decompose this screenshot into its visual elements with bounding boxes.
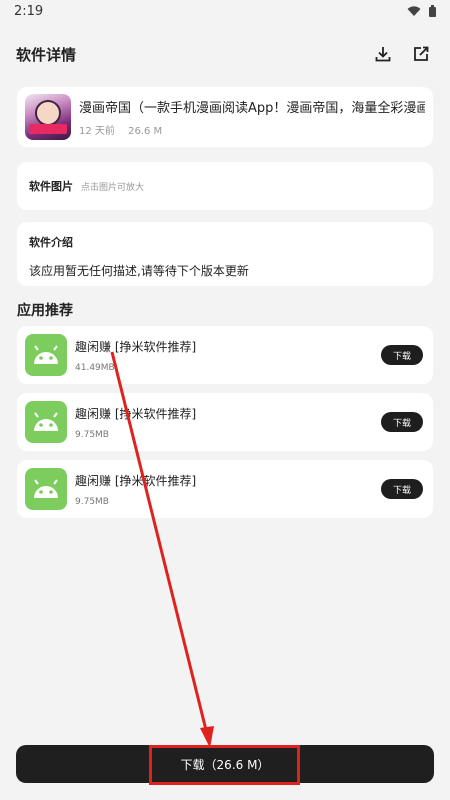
battery-icon (429, 5, 436, 17)
recommend-list: 趣闲赚 [挣米软件推荐] 41.49MB 下载 趣闲赚 [挣米软件推荐] 9.7… (17, 326, 433, 527)
download-button[interactable]: 下载（26.6 M） (16, 745, 434, 783)
app-logo (25, 94, 71, 140)
list-item-size: 9.75MB (75, 429, 109, 440)
list-item-size: 41.49MB (75, 362, 115, 373)
screenshots-label: 软件图片 (29, 180, 73, 193)
page-title: 软件详情 (16, 45, 77, 64)
status-bar: 2:19 (0, 0, 450, 22)
list-item-download-button[interactable]: 下载 (381, 479, 423, 499)
app-updated-age: 12 天前 (79, 126, 115, 137)
header: 软件详情 (0, 32, 450, 76)
download-icon (375, 47, 391, 62)
download-header-button[interactable] (370, 41, 396, 67)
download-button-label: 下载（26.6 M） (180, 757, 270, 772)
list-item-size: 9.75MB (75, 496, 109, 507)
list-item[interactable]: 趣闲赚 [挣米软件推荐] 9.75MB 下载 (17, 460, 433, 518)
recommend-section-title: 应用推荐 (17, 303, 73, 319)
app-summary-card: 漫画帝国（一款手机漫画阅读App！漫画帝国，海量全彩漫画资源，是 12 天前 2… (17, 87, 433, 147)
android-icon (25, 401, 67, 443)
list-item[interactable]: 趣闲赚 [挣米软件推荐] 41.49MB 下载 (17, 326, 433, 384)
list-item-name: 趣闲赚 [挣米软件推荐] (75, 339, 197, 354)
status-time: 2:19 (14, 3, 44, 19)
status-icons (407, 5, 436, 17)
intro-card: 软件介绍 该应用暂无任何描述,请等待下个版本更新 (17, 222, 433, 286)
android-icon (25, 334, 67, 376)
android-icon (25, 468, 67, 510)
list-item-name: 趣闲赚 [挣米软件推荐] (75, 473, 197, 488)
intro-text: 该应用暂无任何描述,请等待下个版本更新 (29, 264, 249, 278)
list-item-name: 趣闲赚 [挣米软件推荐] (75, 406, 197, 421)
screenshots-hint: 点击图片可放大 (81, 182, 145, 193)
share-button[interactable] (408, 41, 434, 67)
list-item-download-button[interactable]: 下载 (381, 412, 423, 432)
list-item-download-button[interactable]: 下载 (381, 345, 423, 365)
list-item[interactable]: 趣闲赚 [挣米软件推荐] 9.75MB 下载 (17, 393, 433, 451)
screenshots-card[interactable]: 软件图片 点击图片可放大 (17, 162, 433, 210)
app-size: 26.6 M (128, 126, 163, 137)
app-description: 漫画帝国（一款手机漫画阅读App！漫画帝国，海量全彩漫画资源，是 (79, 101, 425, 116)
wifi-icon (407, 5, 421, 16)
share-icon (414, 46, 429, 61)
intro-title: 软件介绍 (29, 236, 73, 249)
